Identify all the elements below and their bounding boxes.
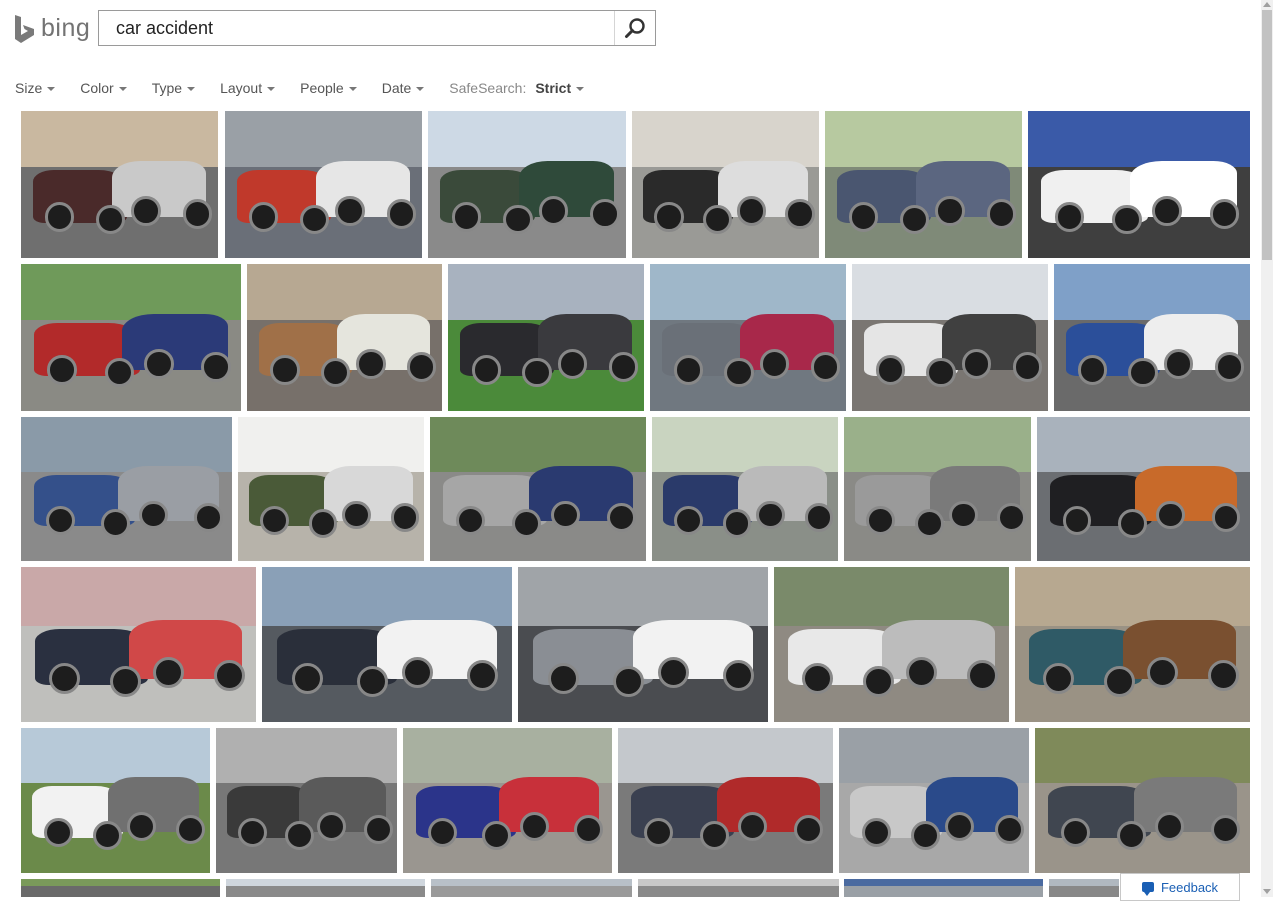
image-result-thumbnail[interactable] — [430, 417, 646, 561]
image-result-thumbnail[interactable] — [852, 264, 1048, 411]
image-result-thumbnail[interactable] — [403, 728, 612, 873]
image-result-thumbnail[interactable] — [774, 567, 1009, 722]
image-result-thumbnail[interactable] — [21, 417, 232, 561]
image-result-thumbnail[interactable] — [1037, 417, 1250, 561]
image-result-thumbnail[interactable] — [825, 111, 1022, 258]
image-result-thumbnail[interactable] — [225, 111, 422, 258]
feedback-label: Feedback — [1160, 879, 1219, 895]
image-results-grid — [0, 0, 1273, 897]
image-result-thumbnail[interactable] — [216, 728, 397, 873]
image-result-thumbnail[interactable] — [1054, 264, 1250, 411]
image-result-thumbnail[interactable] — [618, 728, 833, 873]
image-result-thumbnail[interactable] — [428, 111, 626, 258]
feedback-chat-icon — [1141, 882, 1154, 896]
image-result-thumbnail[interactable] — [238, 417, 424, 561]
image-result-thumbnail[interactable] — [21, 567, 256, 722]
scroll-down-arrow-icon[interactable] — [1263, 889, 1271, 894]
image-result-thumbnail[interactable] — [844, 417, 1031, 561]
image-result-thumbnail[interactable] — [448, 264, 644, 411]
image-result-thumbnail[interactable] — [1028, 111, 1250, 258]
image-result-thumbnail[interactable] — [518, 567, 768, 722]
vertical-scrollbar[interactable] — [1261, 0, 1273, 897]
image-result-thumbnail[interactable] — [226, 879, 425, 897]
image-result-thumbnail[interactable] — [247, 264, 442, 411]
image-result-thumbnail[interactable] — [21, 264, 241, 411]
image-result-thumbnail[interactable] — [21, 728, 210, 873]
image-result-thumbnail[interactable] — [1049, 879, 1119, 897]
image-result-thumbnail[interactable] — [839, 728, 1029, 873]
image-result-thumbnail[interactable] — [844, 879, 1043, 897]
image-result-thumbnail[interactable] — [262, 567, 512, 722]
image-result-thumbnail[interactable] — [652, 417, 838, 561]
image-result-thumbnail[interactable] — [632, 111, 819, 258]
image-result-thumbnail[interactable] — [638, 879, 839, 897]
image-result-thumbnail[interactable] — [21, 111, 218, 258]
image-result-thumbnail[interactable] — [1015, 567, 1250, 722]
scroll-up-arrow-icon[interactable] — [1263, 2, 1271, 7]
image-result-thumbnail[interactable] — [431, 879, 632, 897]
image-result-thumbnail[interactable] — [1035, 728, 1250, 873]
image-result-thumbnail[interactable] — [21, 879, 220, 897]
scrollbar-thumb[interactable] — [1262, 10, 1272, 260]
image-result-thumbnail[interactable] — [650, 264, 846, 411]
